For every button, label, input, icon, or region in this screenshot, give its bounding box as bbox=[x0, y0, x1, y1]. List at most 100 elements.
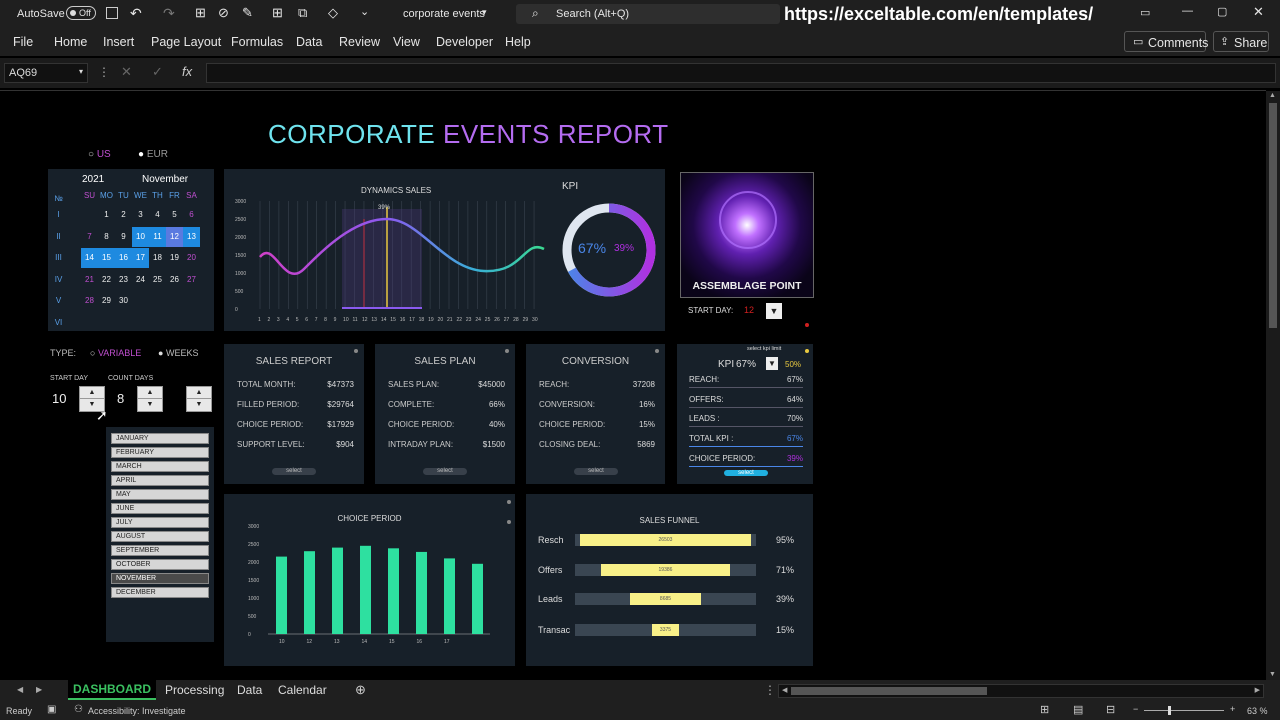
table-icon[interactable]: ⊞ bbox=[195, 5, 206, 21]
calendar-day[interactable]: 5 bbox=[166, 205, 183, 225]
accessibility-status[interactable]: Accessibility: Investigate bbox=[88, 706, 186, 716]
month-item-december[interactable]: DECEMBER bbox=[111, 587, 209, 598]
save-icon[interactable] bbox=[106, 7, 118, 19]
calendar-day[interactable]: 25 bbox=[149, 270, 166, 290]
add-sheet-icon[interactable]: ⊕ bbox=[355, 682, 366, 698]
formula-input[interactable] bbox=[206, 63, 1276, 83]
up-icon[interactable]: ▲ bbox=[138, 387, 162, 399]
calendar-day[interactable]: 24 bbox=[132, 270, 149, 290]
page-break-icon[interactable]: ⊟ bbox=[1106, 703, 1115, 716]
cancel-icon[interactable]: ✕ bbox=[121, 64, 132, 80]
vertical-scrollbar[interactable]: ▲ ▼ bbox=[1266, 91, 1280, 681]
type-variable-option[interactable]: ○ VARIABLE bbox=[90, 348, 141, 358]
scroll-down-icon[interactable]: ▼ bbox=[1269, 671, 1276, 678]
calendar-weekday-header[interactable]: FR bbox=[166, 186, 183, 206]
scroll-up-icon[interactable]: ▲ bbox=[1269, 92, 1276, 99]
zoom-level[interactable]: 63 % bbox=[1247, 706, 1268, 716]
month-item-march[interactable]: MARCH bbox=[111, 461, 209, 472]
function-icon[interactable]: fx bbox=[182, 64, 192, 79]
month-item-may[interactable]: MAY bbox=[111, 489, 209, 500]
month-item-august[interactable]: AUGUST bbox=[111, 531, 209, 542]
zoom-out-icon[interactable]: − bbox=[1133, 704, 1138, 714]
zoom-in-icon[interactable]: + bbox=[1230, 704, 1235, 714]
kpi-select-button[interactable]: select bbox=[724, 470, 768, 476]
tab-file[interactable]: File bbox=[13, 35, 33, 49]
picture-icon[interactable]: ⧉ bbox=[298, 5, 307, 21]
month-item-november[interactable]: NOVEMBER bbox=[111, 573, 209, 584]
undo-icon[interactable]: ↶ bbox=[130, 5, 142, 22]
start-day-dropdown[interactable]: ▼ bbox=[766, 303, 782, 319]
tab-help[interactable]: Help bbox=[505, 35, 531, 49]
calendar-day[interactable]: 3 bbox=[132, 205, 149, 225]
month-item-july[interactable]: JULY bbox=[111, 517, 209, 528]
type-weeks-option[interactable]: ● WEEKS bbox=[158, 348, 198, 358]
prev-sheet-icon[interactable]: ◀ bbox=[17, 685, 23, 694]
calendar-day[interactable]: 28 bbox=[81, 291, 98, 311]
up-icon[interactable]: ▲ bbox=[187, 387, 211, 399]
redo-icon[interactable]: ↷ bbox=[163, 5, 175, 22]
tab-page-layout[interactable]: Page Layout bbox=[151, 35, 221, 49]
scroll-thumb[interactable] bbox=[791, 687, 987, 695]
pen-icon[interactable]: ✎ bbox=[242, 5, 253, 21]
calendar-day[interactable]: 4 bbox=[149, 205, 166, 225]
calendar-day[interactable]: 6 bbox=[183, 205, 200, 225]
tab-review[interactable]: Review bbox=[339, 35, 380, 49]
sheet-tab-processing[interactable]: Processing bbox=[165, 683, 224, 697]
customize-qat-icon[interactable]: ⌄ bbox=[360, 5, 369, 18]
calendar-day[interactable]: 15 bbox=[98, 248, 115, 268]
calendar-day[interactable]: 13 bbox=[183, 226, 200, 247]
calendar-day[interactable]: 1 bbox=[98, 205, 115, 225]
macro-record-icon[interactable]: ▣ bbox=[47, 704, 56, 715]
count-days-spinner[interactable]: ▲ ▼ bbox=[137, 386, 163, 412]
up-icon[interactable]: ▲ bbox=[80, 387, 104, 399]
tab-developer[interactable]: Developer bbox=[436, 35, 493, 49]
tab-insert[interactable]: Insert bbox=[103, 35, 134, 49]
horizontal-scrollbar[interactable]: ◀ ▶ bbox=[778, 684, 1264, 698]
calendar-day[interactable]: 16 bbox=[115, 248, 132, 268]
calendar-day[interactable]: 27 bbox=[183, 270, 200, 290]
tab-formulas[interactable]: Formulas bbox=[231, 35, 283, 49]
calendar-weekday-header[interactable]: SU bbox=[81, 186, 98, 206]
calendar-day[interactable]: 2 bbox=[115, 205, 132, 225]
calendar-day[interactable]: 23 bbox=[115, 270, 132, 290]
grid-icon[interactable]: ⊞ bbox=[272, 5, 283, 21]
currency-us-option[interactable]: ○ US bbox=[88, 149, 111, 160]
calendar-day[interactable]: 14 bbox=[81, 248, 98, 268]
worksheet-area[interactable]: CORPORATE EVENTS REPORT ○ US ● EUR 2021 … bbox=[0, 90, 1280, 682]
share-button[interactable]: ⇪ Share bbox=[1213, 31, 1269, 52]
month-item-april[interactable]: APRIL bbox=[111, 475, 209, 486]
calendar-day[interactable]: 7 bbox=[81, 227, 98, 247]
calendar-weekday-header[interactable]: WE bbox=[132, 186, 149, 206]
calendar-day[interactable]: 9 bbox=[115, 227, 132, 247]
calendar-weekday-header[interactable]: TH bbox=[149, 186, 166, 206]
calendar-day[interactable]: 29 bbox=[98, 291, 115, 311]
sales-plan-select-button[interactable]: select bbox=[423, 468, 467, 475]
scroll-right-icon[interactable]: ▶ bbox=[1255, 686, 1260, 694]
down-icon[interactable]: ▼ bbox=[187, 399, 211, 411]
sheet-tab-calendar[interactable]: Calendar bbox=[278, 683, 327, 697]
filter-icon[interactable]: ⊘ bbox=[218, 5, 229, 21]
conversion-select-button[interactable]: select bbox=[574, 468, 618, 475]
more-icon[interactable]: ⋮ bbox=[764, 683, 776, 697]
calendar-day[interactable]: 21 bbox=[81, 270, 98, 290]
kpi-limit-dropdown[interactable]: ▼ bbox=[766, 357, 778, 370]
search-box[interactable]: ⌕ Search (Alt+Q) bbox=[516, 4, 780, 24]
ribbon-display-icon[interactable]: ▭ bbox=[1140, 6, 1150, 19]
autosave-toggle[interactable]: Off bbox=[66, 6, 96, 20]
zoom-slider-thumb[interactable] bbox=[1168, 706, 1171, 715]
calendar-day[interactable]: 17 bbox=[132, 248, 149, 268]
calendar-day[interactable]: 18 bbox=[149, 248, 166, 268]
maximize-icon[interactable]: ▢ bbox=[1217, 5, 1227, 18]
currency-eur-option[interactable]: ● EUR bbox=[138, 149, 168, 160]
tab-view[interactable]: View bbox=[393, 35, 420, 49]
calendar-day[interactable]: 19 bbox=[166, 248, 183, 268]
calendar-weekday-header[interactable]: SA bbox=[183, 186, 200, 206]
close-icon[interactable]: ✕ bbox=[1253, 4, 1264, 20]
month-item-february[interactable]: FEBRUARY bbox=[111, 447, 209, 458]
calendar-weekday-header[interactable]: MO bbox=[98, 186, 115, 206]
calendar-day[interactable]: 10 bbox=[132, 226, 149, 247]
comments-button[interactable]: ▭ Comments bbox=[1124, 31, 1208, 52]
calendar-day[interactable]: 20 bbox=[183, 248, 200, 268]
accessibility-icon[interactable]: ⚇ bbox=[74, 704, 83, 715]
calendar-day[interactable]: 26 bbox=[166, 270, 183, 290]
